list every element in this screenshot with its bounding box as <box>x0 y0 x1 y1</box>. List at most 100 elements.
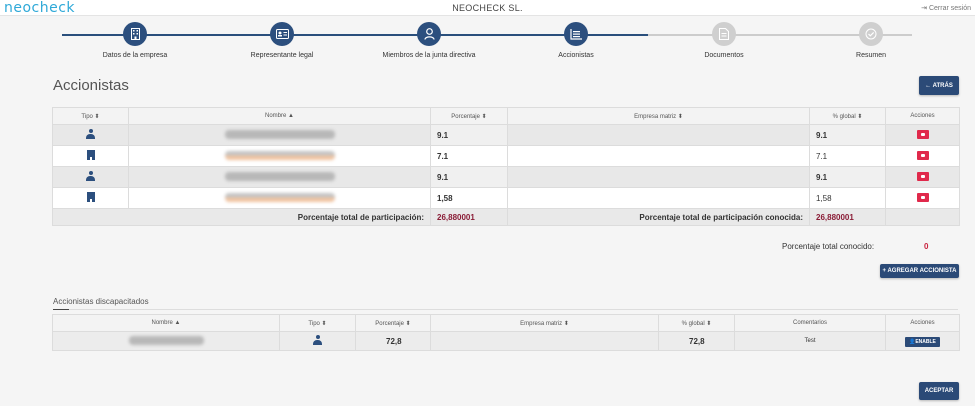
nombre-cell <box>128 166 431 188</box>
empresa-cell <box>507 187 810 209</box>
empresa-cell <box>507 145 810 167</box>
col-porcentaje[interactable]: Porcentaje ⬍ <box>430 107 508 125</box>
global-cell: 1,58 <box>809 187 886 209</box>
step-resumen[interactable]: Resumen <box>811 22 931 59</box>
delete-user-button[interactable] <box>916 150 929 160</box>
logout-link[interactable]: ⇥ Cerrar sesión <box>921 4 971 12</box>
porcentaje-cell: 9.1 <box>430 124 508 146</box>
nombre-cell <box>128 187 431 209</box>
building-icon <box>123 22 147 46</box>
disabled-section-title: Accionistas discapacitados <box>53 297 149 306</box>
step-label: Miembros de la junta directiva <box>382 52 476 59</box>
check-icon <box>859 22 883 46</box>
logout-icon: ⇥ <box>921 5 927 12</box>
tipo-cell <box>52 187 129 209</box>
porcentaje-cell: 7.1 <box>430 145 508 167</box>
section-underline <box>53 309 69 310</box>
global-cell: 7.1 <box>809 145 886 167</box>
total-conocida-label: Porcentaje total de participación conoci… <box>507 208 810 226</box>
back-button[interactable]: ← ATRÁS <box>919 76 959 95</box>
page-title: Accionistas <box>53 77 129 94</box>
tipo-cell <box>52 166 129 188</box>
total-conocido-value: 0 <box>924 242 929 251</box>
delete-user-button[interactable] <box>916 129 929 139</box>
col-nombre[interactable]: Nombre ▲ <box>52 314 280 332</box>
acciones-cell <box>885 166 960 188</box>
nombre-cell <box>52 331 280 351</box>
redacted-name <box>128 335 204 345</box>
global-cell: 72,8 <box>658 331 735 351</box>
redacted-name <box>224 150 335 160</box>
total-conocido-label: Porcentaje total conocido: <box>782 242 875 251</box>
step-label: Datos de la empresa <box>102 52 168 59</box>
table-row: 9.1 9.1 <box>52 166 960 188</box>
enable-button[interactable]: 👤ENABLE <box>905 336 940 347</box>
empresa-cell <box>430 331 659 351</box>
building-icon <box>86 192 95 202</box>
total-conocida-value: 26,880001 <box>809 208 886 226</box>
nombre-cell <box>128 145 431 167</box>
redacted-name <box>224 171 335 181</box>
col-comentarios: Comentarios <box>734 314 886 332</box>
person-icon <box>313 335 322 345</box>
step-junta-directiva[interactable]: Miembros de la junta directiva <box>369 22 489 59</box>
logout-label: Cerrar sesión <box>928 5 971 12</box>
tipo-cell <box>52 145 129 167</box>
delete-user-button[interactable] <box>916 171 929 181</box>
total-participacion-label: Porcentaje total de participación: <box>52 208 431 226</box>
table-row: 9.1 9.1 <box>52 124 960 146</box>
list-icon <box>564 22 588 46</box>
acciones-cell <box>885 145 960 167</box>
disabled-shareholders-table: Nombre ▲ Tipo ⬍ Porcentaje ⬍ Empresa mat… <box>52 314 960 351</box>
redacted-name <box>224 192 335 202</box>
step-documentos[interactable]: Documentos <box>664 22 784 59</box>
person-icon <box>86 129 95 139</box>
col-tipo[interactable]: Tipo ⬍ <box>279 314 356 332</box>
table-row: 72,8 72,8 Test 👤ENABLE <box>52 331 960 351</box>
empresa-cell <box>507 124 810 146</box>
tipo-cell <box>279 331 356 351</box>
shareholders-table: Tipo ⬍ Nombre ▲ Porcentaje ⬍ Empresa mat… <box>52 107 960 226</box>
porcentaje-cell: 72,8 <box>355 331 431 351</box>
step-accionistas[interactable]: Accionistas <box>516 22 636 59</box>
col-tipo[interactable]: Tipo ⬍ <box>52 107 129 125</box>
step-label: Accionistas <box>558 52 594 59</box>
enable-label: ENABLE <box>915 338 936 345</box>
tipo-cell <box>52 124 129 146</box>
add-shareholder-button[interactable]: + AGREGAR ACCIONISTA <box>880 264 959 278</box>
step-datos-empresa[interactable]: Datos de la empresa <box>75 22 195 59</box>
person-icon <box>86 171 95 181</box>
col-nombre[interactable]: Nombre ▲ <box>128 107 431 125</box>
table-row: 1,58 1,58 <box>52 187 960 209</box>
step-label: Resumen <box>856 52 886 59</box>
top-bar: neocheck NEOCHECK SL. ⇥ Cerrar sesión <box>0 0 975 16</box>
col-empresa-matriz[interactable]: Empresa matriz ⬍ <box>507 107 810 125</box>
step-representante[interactable]: Representante legal <box>222 22 342 59</box>
id-card-icon <box>270 22 294 46</box>
totals-row: Porcentaje total de participación: 26,88… <box>52 208 960 226</box>
col-empresa-matriz[interactable]: Empresa matriz ⬍ <box>430 314 659 332</box>
acciones-cell <box>885 187 960 209</box>
col-porcentaje[interactable]: Porcentaje ⬍ <box>355 314 431 332</box>
porcentaje-cell: 1,58 <box>430 187 508 209</box>
section-divider <box>53 309 958 310</box>
comentario-cell: Test <box>734 331 886 351</box>
total-participacion-value: 26,880001 <box>430 208 508 226</box>
step-label: Representante legal <box>250 52 314 59</box>
delete-user-button[interactable] <box>916 192 929 202</box>
global-cell: 9.1 <box>809 124 886 146</box>
acciones-cell <box>885 124 960 146</box>
redacted-name <box>224 129 335 139</box>
empty-cell <box>885 208 960 226</box>
table-row: 7.1 7.1 <box>52 145 960 167</box>
nombre-cell <box>128 124 431 146</box>
col-acciones: Acciones <box>885 314 960 332</box>
col-global[interactable]: % global ⬍ <box>658 314 735 332</box>
col-global[interactable]: % global ⬍ <box>809 107 886 125</box>
acciones-cell: 👤ENABLE <box>885 331 960 351</box>
col-acciones: Acciones <box>885 107 960 125</box>
user-icon <box>417 22 441 46</box>
accept-button[interactable]: ACEPTAR <box>919 382 959 400</box>
porcentaje-cell: 9.1 <box>430 166 508 188</box>
document-icon <box>712 22 736 46</box>
